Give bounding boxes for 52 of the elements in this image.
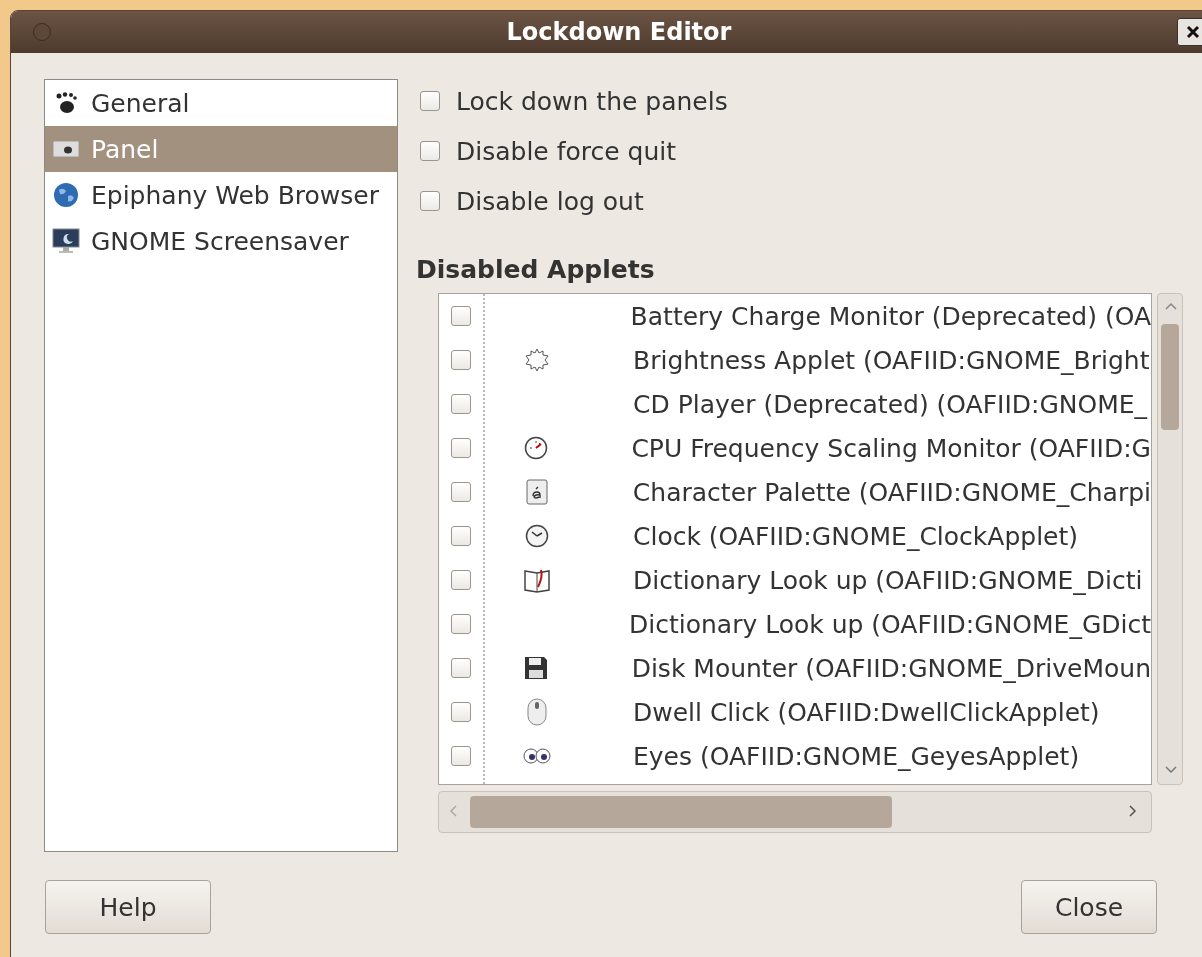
- mouse-icon: [527, 698, 547, 726]
- window-title: Lockdown Editor: [505, 18, 733, 46]
- vertical-scrollbar[interactable]: [1157, 293, 1183, 785]
- applet-name: Dictionary Look up (OAFIID:GNOME_Dicti: [633, 565, 1143, 595]
- gear-icon: [525, 348, 549, 372]
- horizontal-scrollbar[interactable]: [438, 791, 1152, 833]
- option-label[interactable]: Lock down the panels: [456, 86, 728, 116]
- applet-name: Dwell Click (OAFIID:DwellClickApplet): [633, 697, 1100, 727]
- close-button[interactable]: Close: [1021, 880, 1157, 934]
- character-key-icon: [525, 479, 548, 505]
- applet-name: Character Palette (OAFIID:GNOME_Charpi: [632, 477, 1151, 507]
- section-heading: Disabled Applets: [416, 255, 656, 286]
- option-label[interactable]: Disable force quit: [456, 136, 677, 166]
- checkbox[interactable]: [451, 614, 471, 634]
- checkbox[interactable]: [420, 191, 440, 211]
- applet-name: Brightness Applet (OAFIID:GNOME_Bright: [633, 345, 1150, 375]
- checkbox[interactable]: [451, 746, 471, 766]
- applet-name: Eyes (OAFIID:GNOME_GeyesApplet): [633, 741, 1080, 771]
- option-label[interactable]: Disable log out: [456, 186, 644, 216]
- checkbox[interactable]: [451, 306, 471, 326]
- checkbox[interactable]: [451, 526, 471, 546]
- checkbox[interactable]: [420, 141, 440, 161]
- monitor-icon: [52, 228, 80, 254]
- checkbox[interactable]: [451, 658, 471, 678]
- close-icon[interactable]: [1177, 18, 1202, 46]
- applet-name: CD Player (Deprecated) (OAFIID:GNOME_: [633, 389, 1148, 419]
- applet-name: Dictionary Look up (OAFIID:GNOME_GDict: [629, 609, 1151, 639]
- clock-icon: [525, 524, 549, 548]
- globe-icon: [53, 182, 79, 208]
- help-button[interactable]: Help: [45, 880, 211, 934]
- footprint-icon: [54, 91, 78, 115]
- checkbox[interactable]: [420, 91, 440, 111]
- gauge-icon: [524, 436, 549, 460]
- category-item[interactable]: General: [45, 80, 397, 126]
- checkbox[interactable]: [451, 438, 471, 458]
- checkbox[interactable]: [451, 570, 471, 590]
- applet-name: Clock (OAFIID:GNOME_ClockApplet): [633, 521, 1079, 551]
- applet-name: CPU Frequency Scaling Monitor (OAFIID:G: [631, 433, 1151, 463]
- scrollbar-thumb[interactable]: [1161, 324, 1179, 430]
- category-item[interactable]: Epiphany Web Browser: [45, 172, 397, 218]
- eyes-icon: [523, 747, 551, 765]
- checkbox[interactable]: [451, 394, 471, 414]
- checkbox[interactable]: [451, 702, 471, 722]
- checkbox[interactable]: [451, 482, 471, 502]
- applet-name: Disk Mounter (OAFIID:GNOME_DriveMoun: [631, 653, 1151, 683]
- scrollbar-thumb[interactable]: [470, 796, 892, 828]
- book-icon: [523, 567, 551, 593]
- window-menu-button[interactable]: [33, 23, 51, 41]
- panel-icon: [53, 141, 79, 157]
- applet-name: Battery Charge Monitor (Deprecated) (OA: [630, 301, 1151, 331]
- checkbox[interactable]: [451, 350, 471, 370]
- category-item[interactable]: GNOME Screensaver: [45, 218, 397, 264]
